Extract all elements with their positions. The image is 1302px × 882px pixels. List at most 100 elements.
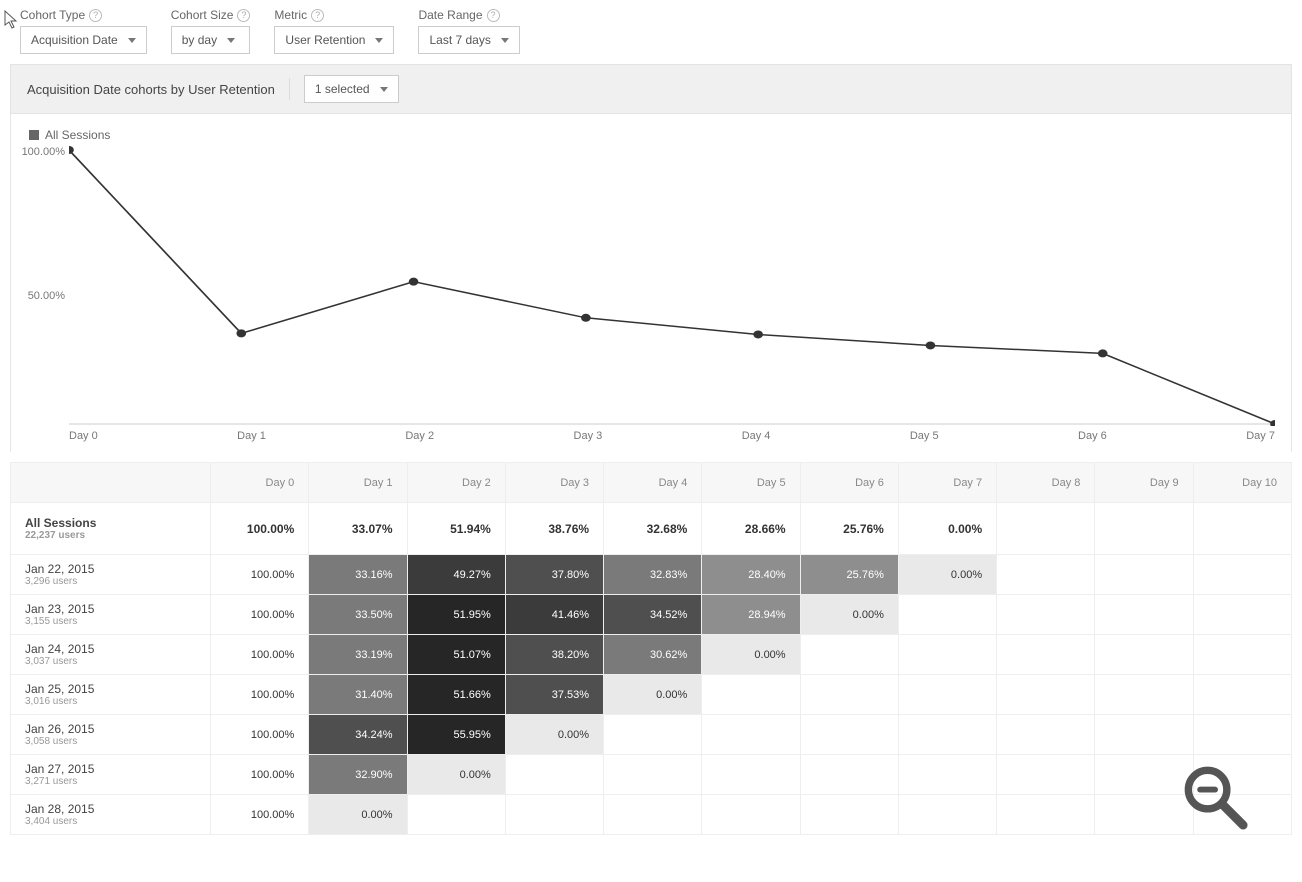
table-row: Jan 28, 20153,404 users100.00%0.00%: [11, 795, 1292, 835]
x-tick: Day 2: [405, 430, 434, 442]
table-cell: [1095, 795, 1193, 835]
row-title: Jan 24, 2015: [25, 642, 196, 656]
table-row: Jan 26, 20153,058 users100.00%34.24%55.9…: [11, 715, 1292, 755]
x-tick: Day 7: [1246, 430, 1275, 442]
x-axis: Day 0Day 1Day 2Day 3Day 4Day 5Day 6Day 7: [69, 430, 1275, 442]
col-header: Day 0: [211, 463, 309, 503]
select-cohort-type[interactable]: Acquisition Date: [20, 26, 147, 54]
table-cell: 34.24%: [309, 715, 407, 755]
table-cell: 32.83%: [604, 555, 702, 595]
table-cell: 32.90%: [309, 755, 407, 795]
row-subtitle: 22,237 users: [25, 530, 196, 541]
table-cell: 38.76%: [505, 503, 603, 555]
help-icon[interactable]: ?: [89, 9, 102, 22]
table-cell: [1193, 555, 1291, 595]
x-tick: Day 5: [910, 430, 939, 442]
help-icon[interactable]: ?: [311, 9, 324, 22]
table-cell: [898, 795, 996, 835]
row-header: Jan 22, 20153,296 users: [11, 555, 211, 595]
table-cell: [1095, 503, 1193, 555]
header-blank: [11, 463, 211, 503]
table-cell: 0.00%: [702, 635, 800, 675]
help-icon[interactable]: ?: [237, 9, 250, 22]
row-title: Jan 27, 2015: [25, 762, 196, 776]
table-cell: 100.00%: [211, 675, 309, 715]
summary-row: All Sessions22,237 users100.00%33.07%51.…: [11, 503, 1292, 555]
help-icon[interactable]: ?: [487, 9, 500, 22]
table-cell: [505, 755, 603, 795]
table-cell: [702, 715, 800, 755]
table-cell: [997, 755, 1095, 795]
row-header: Jan 24, 20153,037 users: [11, 635, 211, 675]
table-cell: [407, 795, 505, 835]
table-cell: [1193, 503, 1291, 555]
label-metric: Metric ?: [274, 8, 394, 22]
select-cohort-size[interactable]: by day: [171, 26, 251, 54]
row-subtitle: 3,058 users: [25, 736, 196, 747]
table-cell: [1193, 635, 1291, 675]
table-cell: 33.19%: [309, 635, 407, 675]
col-header: Day 3: [505, 463, 603, 503]
table-cell: 51.94%: [407, 503, 505, 555]
table-cell: [898, 755, 996, 795]
table-cell: [997, 555, 1095, 595]
table-cell: [898, 675, 996, 715]
table-cell: 33.16%: [309, 555, 407, 595]
table-cell: 38.20%: [505, 635, 603, 675]
col-header: Day 10: [1193, 463, 1291, 503]
table-cell: 51.66%: [407, 675, 505, 715]
table-cell: 55.95%: [407, 715, 505, 755]
table-cell: 41.46%: [505, 595, 603, 635]
x-tick: Day 4: [742, 430, 771, 442]
chevron-down-icon: [375, 38, 383, 43]
row-header: Jan 23, 20153,155 users: [11, 595, 211, 635]
select-metric[interactable]: User Retention: [274, 26, 394, 54]
divider: [289, 78, 290, 100]
table-cell: 37.53%: [505, 675, 603, 715]
select-series[interactable]: 1 selected: [304, 75, 399, 103]
table-cell: [997, 715, 1095, 755]
chevron-down-icon: [128, 38, 136, 43]
table-cell: 28.66%: [702, 503, 800, 555]
table-cell: [505, 795, 603, 835]
table-cell: [997, 503, 1095, 555]
row-subtitle: 3,296 users: [25, 576, 196, 587]
chevron-down-icon: [501, 38, 509, 43]
x-tick: Day 3: [574, 430, 603, 442]
chart-panel: All Sessions 100.00% 50.00% Day 0Day 1Da…: [10, 114, 1292, 452]
table-cell: 0.00%: [407, 755, 505, 795]
table-cell: [1095, 595, 1193, 635]
row-header: Jan 26, 20153,058 users: [11, 715, 211, 755]
table-cell: [1193, 675, 1291, 715]
row-title: Jan 25, 2015: [25, 682, 196, 696]
select-value: by day: [182, 33, 217, 47]
row-title: All Sessions: [25, 516, 196, 530]
table-cell: 25.76%: [800, 503, 898, 555]
table-row: Jan 25, 20153,016 users100.00%31.40%51.6…: [11, 675, 1292, 715]
table-cell: 0.00%: [309, 795, 407, 835]
y-tick-100: 100.00%: [22, 146, 65, 158]
table-cell: 30.62%: [604, 635, 702, 675]
select-date-range[interactable]: Last 7 days: [418, 26, 519, 54]
table-cell: 37.80%: [505, 555, 603, 595]
row-title: Jan 28, 2015: [25, 802, 196, 816]
control-cohort-size: Cohort Size ? by day: [171, 8, 251, 54]
table-row: Jan 22, 20153,296 users100.00%33.16%49.2…: [11, 555, 1292, 595]
label-text: Cohort Size: [171, 8, 234, 22]
control-cohort-type: Cohort Type ? Acquisition Date: [20, 8, 147, 54]
table-cell: 100.00%: [211, 555, 309, 595]
table-cell: 33.50%: [309, 595, 407, 635]
col-header: Day 6: [800, 463, 898, 503]
table-cell: [1193, 795, 1291, 835]
table-cell: 49.27%: [407, 555, 505, 595]
table-cell: [702, 795, 800, 835]
table-body: All Sessions22,237 users100.00%33.07%51.…: [11, 503, 1292, 835]
legend-swatch: [29, 130, 39, 140]
table-cell: [800, 715, 898, 755]
label-cohort-type: Cohort Type ?: [20, 8, 147, 22]
table-cell: [1193, 715, 1291, 755]
chart-legend: All Sessions: [29, 128, 1275, 142]
table-cell: [604, 715, 702, 755]
table-cell: [1193, 595, 1291, 635]
retention-line-chart: [69, 146, 1275, 426]
